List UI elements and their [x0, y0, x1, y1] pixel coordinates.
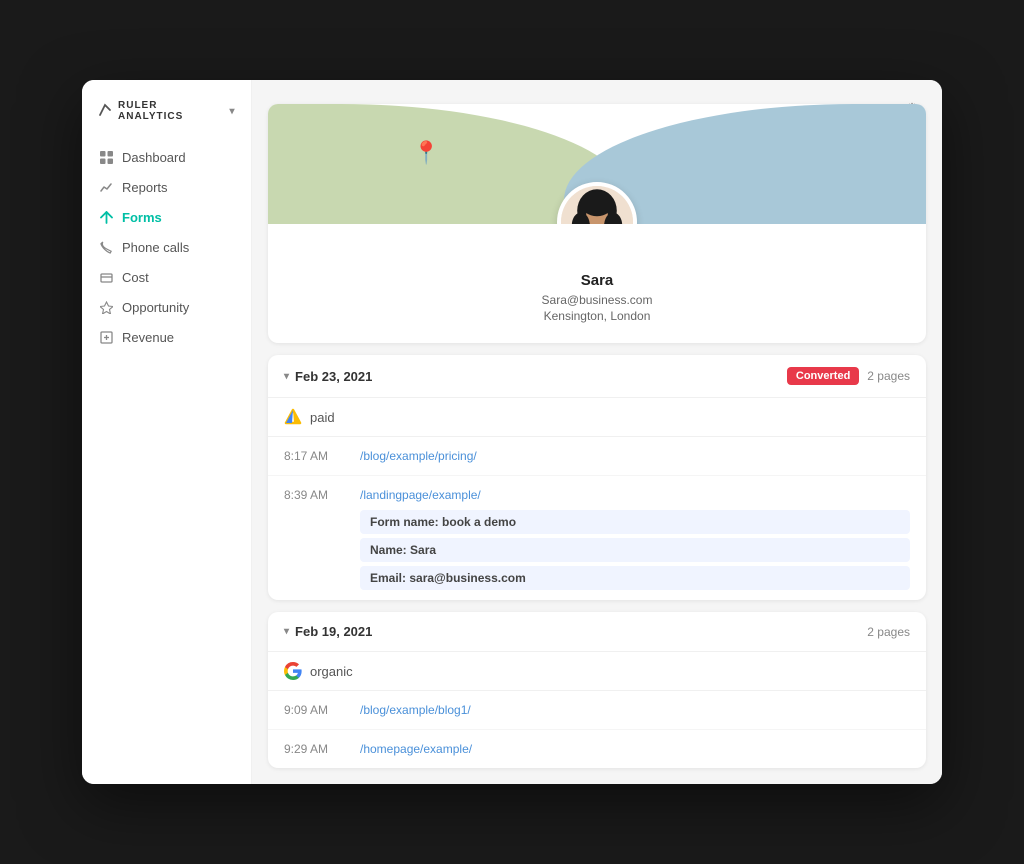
chevron-down-icon-2[interactable]: ▾: [284, 626, 289, 637]
profile-email: Sara@business.com: [284, 293, 910, 307]
session-2-row-2: 9:29 AM /homepage/example/: [268, 730, 926, 768]
session-2-row-1-url[interactable]: /blog/example/blog1/: [360, 703, 471, 717]
sidebar-item-phone-calls[interactable]: Phone calls: [82, 232, 251, 262]
sidebar-label-opportunity: Opportunity: [122, 300, 189, 315]
session-1-row-1: 8:17 AM /blog/example/pricing/: [268, 437, 926, 476]
logo-icon: [98, 103, 112, 120]
session-2-row-2-time: 9:29 AM: [284, 740, 344, 756]
google-icon: [284, 662, 302, 680]
session-2-pages: 2 pages: [867, 625, 910, 639]
dashboard-icon: [98, 149, 114, 165]
session-2-meta: 2 pages: [867, 625, 910, 639]
session-1-pages: 2 pages: [867, 369, 910, 383]
profile-info: Sara Sara@business.com Kensington, Londo…: [268, 224, 926, 343]
session-card-1: ▾ Feb 23, 2021 Converted 2 pages: [268, 355, 926, 600]
brand-name: RULER ANALYTICS: [118, 100, 223, 122]
sidebar-label-phone-calls: Phone calls: [122, 240, 189, 255]
form-detail-email: Email: sara@business.com: [360, 566, 910, 590]
session-2-row-2-url[interactable]: /homepage/example/: [360, 742, 472, 756]
session-1-row-2: 8:39 AM /landingpage/example/ Form name:…: [268, 476, 926, 600]
session-1-meta: Converted 2 pages: [787, 367, 910, 385]
form-detail-form-name: Form name: book a demo: [360, 510, 910, 534]
phone-icon: [98, 239, 114, 255]
avatar-image: [561, 186, 633, 224]
reports-icon: [98, 179, 114, 195]
opportunity-icon: [98, 299, 114, 315]
session-2-row-1: 9:09 AM /blog/example/blog1/: [268, 691, 926, 730]
row-2-url[interactable]: /landingpage/example/: [360, 488, 481, 502]
form-details: Form name: book a demo Name: Sara Email:…: [360, 510, 910, 590]
session-1-source: paid: [268, 398, 926, 437]
sidebar-label-dashboard: Dashboard: [122, 150, 186, 165]
session-2-row-1-content: /blog/example/blog1/: [360, 701, 910, 719]
sidebar: RULER ANALYTICS ▾ Dashboard: [82, 80, 252, 784]
sidebar-item-cost[interactable]: Cost: [82, 262, 251, 292]
forms-icon: [98, 209, 114, 225]
main-content: ⚙ 📍: [252, 80, 942, 784]
profile-banner: 📍: [268, 104, 926, 224]
session-card-2: ▾ Feb 19, 2021 2 pages: [268, 612, 926, 768]
session-1-header: ▾ Feb 23, 2021 Converted 2 pages: [268, 355, 926, 398]
row-1-content: /blog/example/pricing/: [360, 447, 910, 465]
sidebar-label-revenue: Revenue: [122, 330, 174, 345]
row-1-time: 8:17 AM: [284, 447, 344, 463]
row-2-content: /landingpage/example/ Form name: book a …: [360, 486, 910, 590]
content-area: 📍: [252, 80, 942, 784]
sidebar-item-opportunity[interactable]: Opportunity: [82, 292, 251, 322]
session-2-header: ▾ Feb 19, 2021 2 pages: [268, 612, 926, 652]
brand-chevron-icon: ▾: [229, 106, 235, 117]
sidebar-label-forms: Forms: [122, 210, 162, 225]
converted-badge: Converted: [787, 367, 859, 385]
revenue-icon: [98, 329, 114, 345]
sidebar-item-reports[interactable]: Reports: [82, 172, 251, 202]
sidebar-label-cost: Cost: [122, 270, 149, 285]
sidebar-item-dashboard[interactable]: Dashboard: [82, 142, 251, 172]
sidebar-label-reports: Reports: [122, 180, 168, 195]
session-2-source: organic: [268, 652, 926, 691]
app-window: RULER ANALYTICS ▾ Dashboard: [82, 80, 942, 784]
session-2-date: ▾ Feb 19, 2021: [284, 624, 372, 639]
profile-card: 📍: [268, 104, 926, 343]
profile-location: Kensington, London: [284, 309, 910, 323]
sidebar-item-forms[interactable]: Forms: [82, 202, 251, 232]
main-nav: Dashboard Reports Forms: [82, 142, 251, 352]
session-1-date: ▾ Feb 23, 2021: [284, 369, 372, 384]
sidebar-item-revenue[interactable]: Revenue: [82, 322, 251, 352]
chevron-down-icon[interactable]: ▾: [284, 371, 289, 382]
session-2-source-label: organic: [310, 664, 353, 679]
row-1-url[interactable]: /blog/example/pricing/: [360, 449, 477, 463]
session-2-row-2-content: /homepage/example/: [360, 740, 910, 758]
row-2-time: 8:39 AM: [284, 486, 344, 502]
session-2-row-1-time: 9:09 AM: [284, 701, 344, 717]
cost-icon: [98, 269, 114, 285]
location-pin-icon: 📍: [413, 140, 440, 166]
brand-logo[interactable]: RULER ANALYTICS ▾: [82, 100, 251, 142]
session-1-source-label: paid: [310, 410, 335, 425]
profile-name: Sara: [284, 272, 910, 289]
form-detail-name: Name: Sara: [360, 538, 910, 562]
ads-icon: [284, 408, 302, 426]
